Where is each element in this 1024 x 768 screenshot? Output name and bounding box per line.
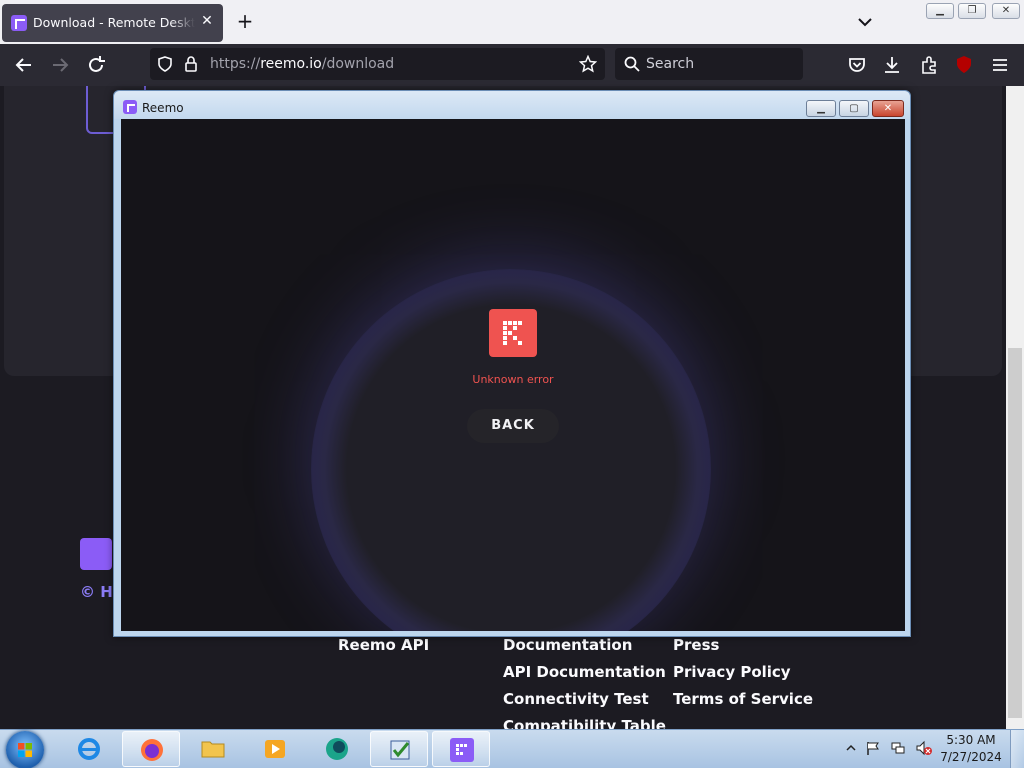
tab-close-icon[interactable]: ✕ [199, 13, 215, 29]
url-scheme: https:// [210, 56, 261, 72]
internet-explorer-icon [78, 738, 100, 760]
reemo-titlebar[interactable]: Reemo ▁ ▢ ✕ [114, 91, 910, 119]
taskbar-network-app[interactable] [308, 731, 366, 767]
list-all-tabs-icon[interactable] [854, 11, 876, 33]
taskbar-reemo[interactable] [432, 731, 490, 767]
checklist-icon [390, 740, 410, 760]
screen: Download - Remote Desktop So ✕ + ▁ ❐ ✕ h… [0, 0, 1024, 768]
forward-arrow-icon[interactable] [49, 54, 71, 76]
minimize-button[interactable]: ▁ [926, 3, 954, 19]
clock-time[interactable]: 5:30 AM [936, 733, 1006, 747]
restore-button[interactable]: ❐ [958, 3, 986, 19]
url-host: reemo.io [260, 56, 322, 72]
browser-tab[interactable]: Download - Remote Desktop So ✕ [2, 4, 223, 42]
url-path: /download [321, 56, 395, 72]
error-message: Unknown error [472, 373, 554, 386]
show-desktop-button[interactable] [1010, 730, 1024, 768]
firefox-icon [141, 739, 163, 761]
taskbar-file-explorer[interactable] [184, 731, 242, 767]
reemo-app-window: Reemo ▁ ▢ ✕ Unknown error BACK [113, 90, 911, 637]
scrollbar-thumb[interactable] [1008, 348, 1022, 718]
footer-link-reemo-api[interactable]: Reemo API [338, 636, 429, 654]
search-field[interactable]: Search [615, 48, 803, 80]
footer-link-documentation[interactable]: Documentation [503, 636, 632, 654]
close-window-button[interactable]: ✕ [992, 3, 1020, 19]
taskbar-media-player[interactable] [246, 731, 304, 767]
browser-nav-bar: https://reemo.io/download Search 2 [0, 44, 1024, 106]
volume-muted-icon[interactable] [915, 740, 933, 756]
bookmark-star-icon[interactable] [579, 55, 597, 73]
url-text: https://reemo.io/download [210, 56, 394, 72]
footer-link-press[interactable]: Press [673, 636, 719, 654]
media-player-icon [265, 740, 285, 758]
globe-app-icon [326, 738, 348, 760]
reemo-minimize-button[interactable]: ▁ [806, 100, 836, 117]
footer-link-api-documentation[interactable]: API Documentation [503, 663, 666, 681]
footer-link-compatibility-table[interactable]: Compatibility Table [503, 717, 666, 729]
new-tab-button[interactable]: + [234, 10, 256, 32]
search-placeholder: Search [646, 56, 695, 72]
reemo-taskbar-icon [450, 738, 474, 762]
windows-taskbar: 5:30 AM 7/27/2024 [0, 729, 1024, 768]
page-scrollbar[interactable] [1006, 86, 1024, 729]
show-hidden-icons-icon[interactable] [845, 742, 857, 754]
ublock-shield-icon[interactable] [953, 54, 975, 76]
footer-link-connectivity-test[interactable]: Connectivity Test [503, 690, 649, 708]
browser-tab-strip: Download - Remote Desktop So ✕ + ▁ ❐ ✕ [0, 0, 1024, 44]
clock-date[interactable]: 7/27/2024 [936, 750, 1006, 764]
taskbar-firefox[interactable] [122, 731, 180, 767]
taskbar-internet-explorer[interactable] [60, 731, 118, 767]
extensions-puzzle-icon[interactable] [918, 54, 940, 76]
reload-icon[interactable] [85, 54, 107, 76]
reemo-app-icon [123, 100, 137, 114]
pocket-icon[interactable] [846, 54, 868, 76]
reemo-client-area: Unknown error BACK [121, 119, 905, 631]
back-arrow-icon[interactable] [13, 54, 35, 76]
reemo-logo-icon [489, 309, 537, 357]
reemo-close-button[interactable]: ✕ [872, 100, 904, 117]
windows-logo-icon [18, 743, 32, 757]
footer-link-privacy-policy[interactable]: Privacy Policy [673, 663, 791, 681]
tab-title: Download - Remote Desktop So [33, 15, 195, 30]
folder-icon [201, 741, 225, 758]
reemo-maximize-button[interactable]: ▢ [839, 100, 869, 117]
taskbar-checklist-app[interactable] [370, 731, 428, 767]
back-button[interactable]: BACK [467, 409, 559, 443]
reemo-footer-logo-icon[interactable] [80, 538, 112, 570]
start-button[interactable] [6, 731, 44, 768]
tracking-shield-icon[interactable] [156, 55, 174, 73]
menu-hamburger-icon[interactable] [989, 54, 1011, 76]
network-icon[interactable] [890, 740, 906, 756]
downloads-icon[interactable] [881, 54, 903, 76]
reemo-favicon-icon [11, 15, 27, 31]
lock-icon[interactable] [183, 55, 199, 73]
search-icon [624, 56, 640, 72]
reemo-window-title: Reemo [142, 101, 184, 115]
footer-link-terms-of-service[interactable]: Terms of Service [673, 690, 813, 708]
action-center-flag-icon[interactable] [865, 740, 881, 756]
url-bar[interactable]: https://reemo.io/download [150, 48, 605, 80]
